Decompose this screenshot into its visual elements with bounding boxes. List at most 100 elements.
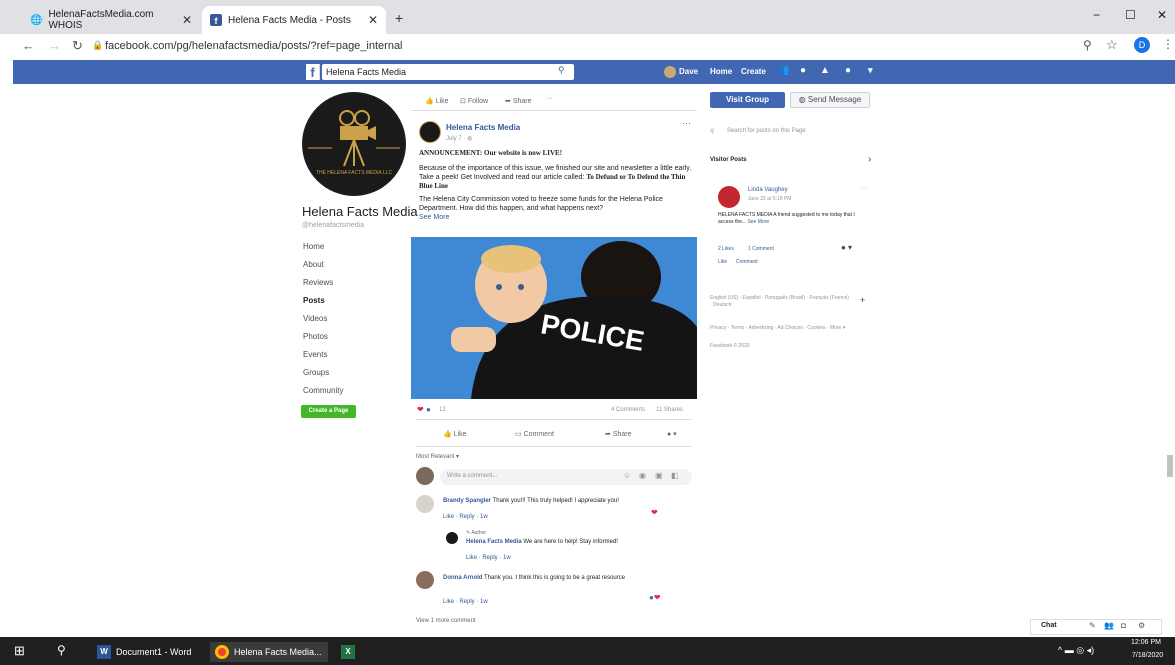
- commenter-name[interactable]: Brandy Spangler: [443, 498, 491, 504]
- bookmark-star-icon[interactable]: ☆: [1106, 37, 1118, 53]
- chat-label[interactable]: Chat: [1041, 622, 1057, 629]
- scrollbar-thumb[interactable]: [1167, 455, 1173, 477]
- help-icon[interactable]: ●: [845, 65, 851, 76]
- post-image[interactable]: POLICE: [411, 237, 697, 399]
- create-page-button[interactable]: Create a Page: [301, 405, 356, 418]
- user-name-link[interactable]: Dave: [679, 67, 698, 76]
- chat-compose-icon[interactable]: ✎: [1089, 621, 1096, 630]
- reply-actions[interactable]: Like · Reply · 1w: [466, 555, 511, 561]
- visitor-name[interactable]: Linda Vaughey: [748, 187, 788, 193]
- add-language-button[interactable]: +: [860, 295, 865, 305]
- maximize-button[interactable]: ☐: [1125, 8, 1136, 22]
- visitor-comments-count[interactable]: 1 Comment: [748, 246, 774, 252]
- system-tray-icons[interactable]: ^ ▬ ◎ ◂): [1058, 645, 1094, 656]
- reload-icon[interactable]: ↻: [72, 38, 83, 54]
- chat-video-icon[interactable]: ◘: [1121, 621, 1126, 630]
- new-tab-button[interactable]: +: [395, 10, 403, 26]
- taskbar-chrome[interactable]: Helena Facts Media...: [210, 642, 328, 662]
- taskbar-clock[interactable]: 12:06 PM: [1131, 639, 1161, 646]
- like-reaction-icon[interactable]: ●: [426, 405, 431, 414]
- language-links[interactable]: English (US) · Español · Português (Bras…: [710, 295, 850, 309]
- sticker-icon[interactable]: ◧: [671, 471, 679, 480]
- post-date[interactable]: July 7 · ◍: [446, 135, 472, 142]
- comment-sort-dropdown[interactable]: Most Relevant ▾: [416, 453, 459, 460]
- like-reaction-icon[interactable]: ●❤: [649, 593, 661, 602]
- share-page-button[interactable]: ➦ Share: [505, 97, 532, 105]
- post-author-name[interactable]: Helena Facts Media: [446, 123, 520, 132]
- account-dropdown-icon[interactable]: ▾: [868, 65, 873, 76]
- nav-photos[interactable]: Photos: [303, 332, 328, 341]
- back-arrow-icon[interactable]: ←: [22, 38, 35, 53]
- page-profile-picture[interactable]: THE HELENA FACTS MEDIA LLC: [302, 92, 406, 196]
- reaction-count[interactable]: 12: [439, 407, 446, 413]
- search-icon[interactable]: ⚲: [1083, 38, 1092, 52]
- messenger-icon[interactable]: ●: [800, 65, 806, 76]
- url-field[interactable]: facebook.com/pg/helenafactsmedia/posts/?…: [105, 40, 403, 52]
- more-options-button[interactable]: ···: [546, 95, 553, 102]
- love-reaction-icon[interactable]: ❤: [651, 508, 658, 517]
- taskbar-word[interactable]: W Document1 - Word: [92, 642, 196, 662]
- see-more-link[interactable]: See More: [419, 213, 697, 222]
- like-page-button[interactable]: 👍 Like: [425, 97, 449, 105]
- page-post-search-input[interactable]: Search for posts on this Page: [727, 128, 806, 134]
- send-message-button[interactable]: ◍ Send Message: [790, 92, 870, 108]
- post-options-icon[interactable]: ···: [682, 118, 691, 128]
- close-tab-icon[interactable]: ✕: [182, 13, 192, 27]
- chat-settings-icon[interactable]: ⚙: [1138, 621, 1145, 630]
- commenter-avatar[interactable]: [416, 571, 434, 589]
- taskbar-date[interactable]: 7/18/2020: [1132, 652, 1163, 659]
- share-post-button[interactable]: ➦ Share: [605, 430, 632, 438]
- nav-events[interactable]: Events: [303, 350, 327, 359]
- visitor-like-button[interactable]: Like: [718, 259, 727, 265]
- nav-home[interactable]: Home: [710, 67, 732, 76]
- windows-start-icon[interactable]: ⊞: [14, 643, 25, 659]
- follow-page-button[interactable]: ⊡ Follow: [460, 97, 488, 105]
- comment-actions[interactable]: Like · Reply · 1w: [443, 514, 488, 520]
- see-more-link[interactable]: See More: [747, 219, 769, 225]
- footer-links[interactable]: Privacy · Terms · Advertising · Ad Choic…: [710, 325, 850, 332]
- facebook-logo-icon[interactable]: f: [306, 64, 320, 80]
- nav-videos[interactable]: Videos: [303, 314, 327, 323]
- close-tab-icon[interactable]: ✕: [368, 13, 378, 27]
- page-handle[interactable]: @helenafactsmedia: [302, 222, 364, 229]
- visitor-likes-count[interactable]: 2 Likes: [718, 246, 734, 252]
- nav-about[interactable]: About: [303, 260, 324, 269]
- nav-groups[interactable]: Groups: [303, 368, 329, 377]
- chat-group-icon[interactable]: 👥: [1104, 621, 1114, 630]
- visitor-comment-button[interactable]: Comment: [736, 259, 758, 265]
- search-icon[interactable]: ⚲: [57, 643, 66, 657]
- tab-helena-posts[interactable]: f Helena Facts Media - Posts ✕: [202, 6, 386, 34]
- chevron-right-icon[interactable]: ›: [868, 154, 871, 165]
- profile-avatar[interactable]: D: [1134, 37, 1150, 53]
- search-icon[interactable]: ⚲: [558, 65, 565, 76]
- author-avatar[interactable]: [446, 532, 458, 544]
- visitor-date[interactable]: June 22 at 5:19 PM ·: [748, 196, 794, 202]
- visit-group-button[interactable]: Visit Group: [710, 92, 785, 108]
- gif-icon[interactable]: ▣: [655, 471, 663, 480]
- minimize-button[interactable]: −: [1093, 8, 1100, 22]
- close-window-button[interactable]: ✕: [1157, 8, 1167, 22]
- commenter-avatar[interactable]: [416, 495, 434, 513]
- nav-home[interactable]: Home: [303, 242, 324, 251]
- comments-count[interactable]: 4 Comments: [611, 407, 645, 413]
- forward-arrow-icon[interactable]: →: [48, 38, 61, 53]
- taskbar-excel[interactable]: X: [336, 642, 360, 662]
- commenter-name[interactable]: Donna Arnold: [443, 575, 482, 581]
- replier-name[interactable]: Helena Facts Media: [466, 539, 522, 545]
- tab-whois[interactable]: 🌐 HelenaFactsMedia.com WHOIS ✕: [22, 6, 200, 34]
- post-as-selector[interactable]: ● ▾: [841, 243, 852, 252]
- like-post-button[interactable]: 👍 Like: [443, 430, 467, 438]
- camera-icon[interactable]: ◉: [639, 471, 646, 480]
- shares-count[interactable]: 11 Shares: [656, 407, 683, 413]
- friends-icon[interactable]: 👥: [777, 65, 789, 76]
- user-avatar[interactable]: [664, 66, 676, 78]
- comment-post-button[interactable]: ▭ Comment: [515, 430, 554, 438]
- post-as-selector[interactable]: ● ▾: [667, 430, 677, 438]
- author-avatar[interactable]: [419, 121, 441, 143]
- view-more-comments-link[interactable]: View 1 more comment: [416, 618, 476, 624]
- notifications-bell-icon[interactable]: ▲: [820, 65, 830, 76]
- menu-kebab-icon[interactable]: ⋮: [1162, 37, 1174, 51]
- visitor-post-options-icon[interactable]: ···: [861, 186, 867, 192]
- nav-community[interactable]: Community: [303, 386, 343, 395]
- comment-actions[interactable]: Like · Reply · 1w: [443, 599, 488, 605]
